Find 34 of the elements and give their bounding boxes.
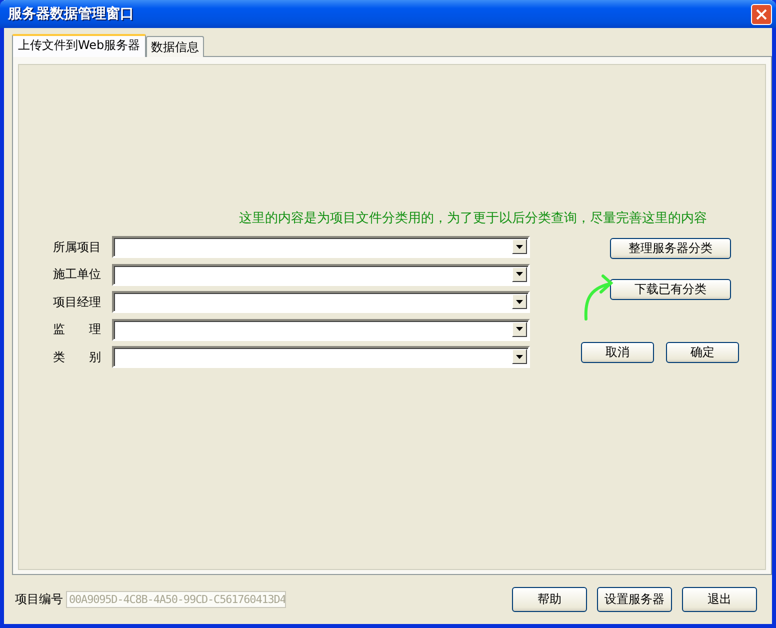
window-title: 服务器数据管理窗口 (8, 5, 134, 23)
combo-box[interactable] (112, 346, 530, 368)
field-label: 施工单位 (53, 266, 101, 283)
field-label: 监 理 (53, 321, 101, 338)
dropdown-button[interactable] (512, 322, 527, 336)
null[interactable]: 取消 (581, 342, 654, 363)
null[interactable]: 下载已有分类 (610, 279, 731, 300)
dropdown-button[interactable] (512, 294, 527, 309)
field-label: 项目经理 (53, 294, 101, 310)
null[interactable]: 设置服务器 (597, 587, 672, 612)
dropdown-button[interactable] (512, 349, 527, 364)
tab[interactable]: 上传文件到Web服务器 (12, 34, 146, 57)
null[interactable]: 确定 (666, 342, 739, 363)
caret-icon (516, 300, 523, 304)
caret-icon (516, 327, 523, 331)
close-button[interactable] (751, 4, 772, 24)
caret-icon (516, 244, 523, 248)
tab[interactable]: 数据信息 (146, 36, 204, 57)
null[interactable]: 帮助 (512, 587, 587, 612)
null[interactable]: 整理服务器分类 (610, 238, 731, 259)
dropdown-button[interactable] (512, 266, 527, 282)
close-icon (756, 8, 767, 20)
field-label: 类 别 (53, 348, 101, 366)
null[interactable]: 退出 (682, 587, 757, 612)
field-label: 项目编号 (15, 591, 63, 608)
combo-box[interactable] (112, 291, 530, 313)
combo-box[interactable] (112, 318, 530, 340)
caret-icon (516, 354, 523, 358)
hint-text: 这里的内容是为项目文件分类用的，为了更于以后分类查询，尽量完善这里的内容 (238, 210, 708, 227)
dropdown-button[interactable] (512, 239, 527, 254)
field-label: 所属项目 (53, 238, 101, 256)
combo-box[interactable] (112, 264, 530, 286)
caret-icon (516, 272, 523, 276)
combo-box[interactable] (112, 236, 530, 258)
